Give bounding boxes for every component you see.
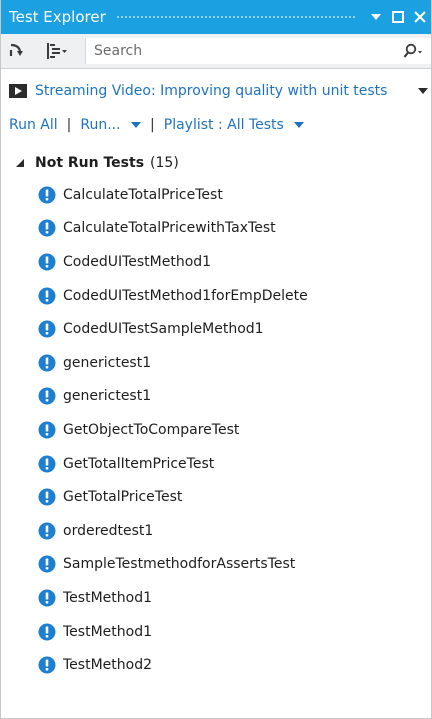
- run-link: Run...: [80, 117, 121, 133]
- test-item[interactable]: CodedUITestMethod1: [1, 245, 431, 279]
- not-run-icon: [38, 656, 56, 674]
- search-icon[interactable]: [395, 38, 431, 64]
- test-name: TestMethod2: [63, 657, 152, 674]
- test-name: orderedtest1: [63, 522, 154, 539]
- group-by-icon: [47, 43, 67, 59]
- separator: |: [66, 117, 72, 133]
- not-run-icon: [38, 387, 56, 405]
- expanded-triangle-icon[interactable]: [15, 158, 25, 168]
- test-name: CodedUITestSampleMethod1: [63, 321, 264, 338]
- test-item[interactable]: generictest1: [1, 346, 431, 380]
- group-by-button[interactable]: [35, 37, 79, 65]
- separator: |: [150, 117, 155, 133]
- not-run-icon: [38, 354, 56, 372]
- title-grip[interactable]: [115, 14, 355, 20]
- test-explorer-window: Test Explorer Search Streaming Video: Im…: [0, 0, 432, 719]
- test-name: GetTotalPriceTest: [63, 489, 183, 506]
- title-bar[interactable]: Test Explorer: [1, 0, 431, 34]
- not-run-icon: [38, 287, 56, 305]
- streaming-video-text: Streaming Video: Improving quality with …: [35, 83, 388, 99]
- not-run-icon: [38, 253, 56, 271]
- test-name: SampleTestmethodforAssertsTest: [63, 556, 296, 573]
- run-all-link[interactable]: Run All: [9, 117, 58, 133]
- not-run-icon: [38, 522, 56, 540]
- video-text-fade: [405, 83, 415, 99]
- test-name: GetObjectToCompareTest: [63, 421, 240, 438]
- test-item[interactable]: TestMethod2: [1, 648, 431, 682]
- close-icon[interactable]: [409, 0, 431, 34]
- not-run-icon: [38, 455, 56, 473]
- toolbar: [1, 34, 431, 69]
- test-list: CalculateTotalPriceTest CalculateTotalPr…: [1, 178, 431, 682]
- test-item[interactable]: GetObjectToCompareTest: [1, 413, 431, 447]
- not-run-icon: [38, 186, 56, 204]
- test-item[interactable]: orderedtest1: [1, 514, 431, 548]
- test-item[interactable]: GetTotalItemPriceTest: [1, 447, 431, 481]
- maximize-icon[interactable]: [387, 0, 409, 34]
- run-arrow-icon[interactable]: [1, 37, 35, 65]
- test-name: CalculateTotalPricewithTaxTest: [63, 220, 276, 237]
- search-input[interactable]: [86, 38, 395, 64]
- test-name: CodedUITestMethod1forEmpDelete: [63, 287, 308, 304]
- test-name: CodedUITestMethod1: [63, 253, 212, 270]
- not-run-icon: [38, 623, 56, 641]
- test-name: TestMethod1: [63, 589, 152, 606]
- playlist-dropdown[interactable]: Playlist : All Tests: [164, 117, 305, 133]
- test-item[interactable]: generictest1: [1, 380, 431, 414]
- not-run-icon: [38, 421, 56, 439]
- video-dropdown-icon[interactable]: [415, 87, 431, 95]
- test-item[interactable]: CodedUITestSampleMethod1: [1, 312, 431, 346]
- test-item[interactable]: CodedUITestMethod1forEmpDelete: [1, 279, 431, 313]
- not-run-icon: [38, 589, 56, 607]
- chevron-down-icon: [131, 121, 142, 128]
- not-run-icon: [38, 320, 56, 338]
- group-title: Not Run Tests: [35, 155, 145, 171]
- test-item[interactable]: TestMethod1: [1, 615, 431, 649]
- search-box: [85, 38, 431, 64]
- not-run-icon: [38, 488, 56, 506]
- group-header-not-run[interactable]: Not Run Tests (15): [1, 148, 431, 178]
- test-name: CalculateTotalPriceTest: [63, 186, 223, 203]
- playlist-link: Playlist : All Tests: [163, 117, 284, 133]
- window-title: Test Explorer: [9, 8, 106, 26]
- run-dropdown[interactable]: Run...: [80, 117, 142, 133]
- chevron-down-icon: [294, 121, 305, 128]
- test-name: generictest1: [63, 388, 152, 405]
- streaming-video-link[interactable]: Streaming Video: Improving quality with …: [1, 74, 431, 108]
- video-icon: [9, 84, 27, 98]
- not-run-icon: [38, 555, 56, 573]
- test-item[interactable]: CalculateTotalPriceTest: [1, 178, 431, 212]
- test-name: generictest1: [63, 354, 152, 371]
- test-name: TestMethod1: [63, 623, 152, 640]
- test-item[interactable]: CalculateTotalPricewithTaxTest: [1, 212, 431, 246]
- test-name: GetTotalItemPriceTest: [63, 455, 215, 472]
- action-row: Run All | Run... | Playlist : All Tests: [1, 108, 431, 142]
- test-item[interactable]: GetTotalPriceTest: [1, 480, 431, 514]
- test-item[interactable]: TestMethod1: [1, 581, 431, 615]
- caret-down-icon[interactable]: [365, 0, 387, 34]
- test-item[interactable]: SampleTestmethodforAssertsTest: [1, 548, 431, 582]
- not-run-icon: [38, 219, 56, 237]
- group-count: (15): [150, 155, 179, 171]
